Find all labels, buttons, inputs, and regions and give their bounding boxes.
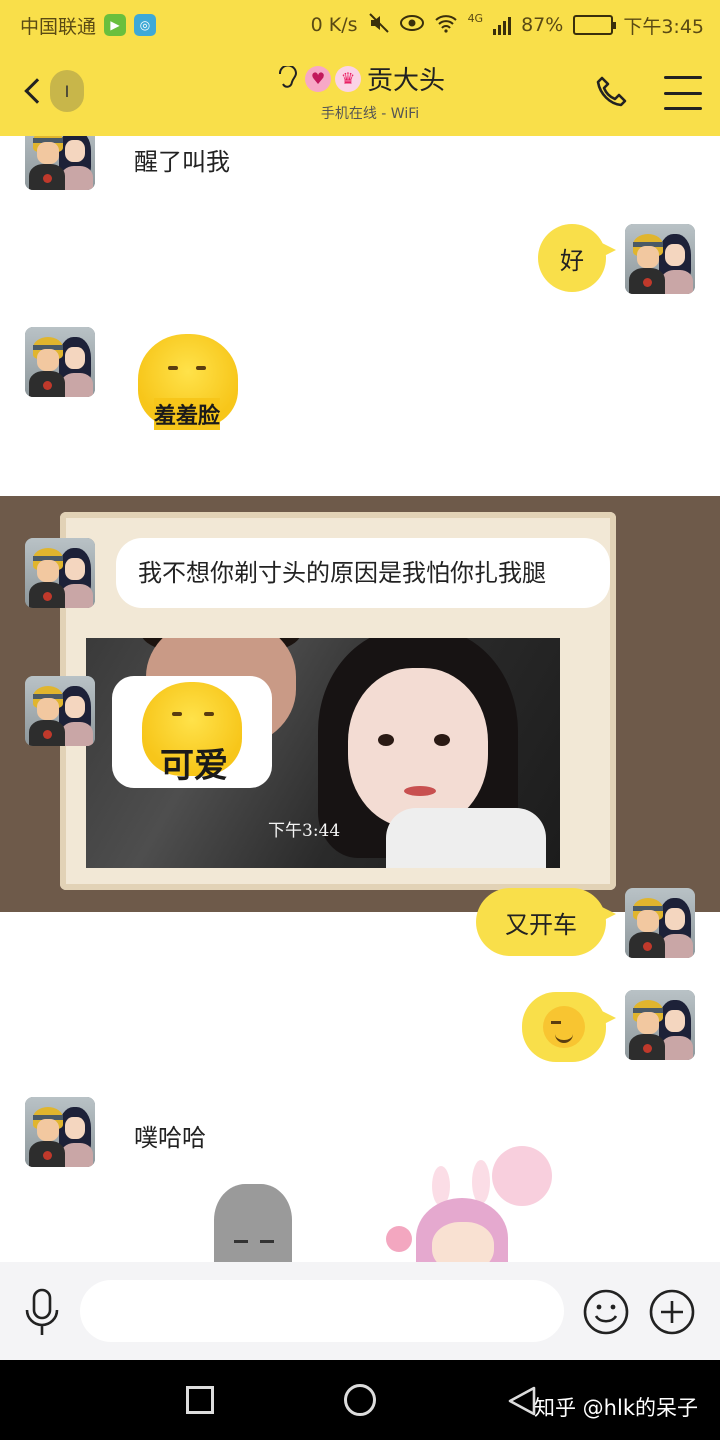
chick-sticker[interactable]: 羞羞脸 [124, 326, 264, 442]
signal-icon [493, 15, 512, 35]
chat-area[interactable]: 醒了叫我 好 羞羞脸 下午3:44 我不想你剃寸头的原因是我怕你扎我腿 可爱 又… [0, 136, 720, 1262]
title-icons: ♥ ♛ [275, 65, 361, 92]
message-text: 我不想你剃寸头的原因是我怕你扎我腿 [138, 559, 546, 587]
menu-button[interactable] [664, 76, 702, 110]
play-app-icon: ▶ [104, 14, 127, 36]
sent-message-bubble[interactable]: 又开车 [476, 888, 616, 956]
carrier-label: 中国联通 [20, 15, 97, 38]
sent-emoji-bubble[interactable] [522, 992, 616, 1062]
pink-heart-key-icon: ♥ [304, 65, 331, 92]
sticker-caption: 可爱 [160, 746, 228, 786]
contact-avatar[interactable] [25, 538, 95, 608]
battery-percent: 87% [521, 14, 564, 36]
message-text: 又开车 [505, 910, 577, 939]
message-text[interactable]: 醒了叫我 [134, 142, 230, 177]
system-nav-bar: 知乎 @hlk的呆子 [0, 1360, 720, 1440]
voice-button[interactable] [22, 1288, 62, 1338]
grey-character-sticker[interactable] [210, 1180, 300, 1262]
menu-line [664, 107, 702, 110]
recent-apps-button[interactable] [186, 1386, 214, 1414]
contact-avatar[interactable] [25, 676, 95, 746]
unread-badge: I [50, 70, 84, 112]
back-button[interactable]: I [20, 70, 84, 112]
message-text: 好 [560, 246, 584, 275]
contact-status: 手机在线 - WiFi [320, 106, 420, 122]
message-input[interactable] [80, 1280, 564, 1342]
watermark-text: 知乎 @hlk的呆子 [534, 1396, 698, 1420]
input-bar [0, 1262, 720, 1360]
smiley-icon [583, 1289, 629, 1335]
menu-line [664, 91, 702, 95]
message-text[interactable]: 噗哈哈 [134, 1118, 206, 1153]
phone-icon [596, 76, 627, 107]
phone-call-button[interactable] [594, 74, 634, 114]
contact-name: 贡大头 [366, 66, 445, 96]
contact-avatar[interactable] [25, 136, 95, 190]
status-left: 中国联通 ▶ ◎ [20, 12, 157, 39]
sent-message-bubble[interactable]: 好 [538, 224, 616, 292]
plus-icon [649, 1289, 695, 1335]
menu-line [664, 76, 702, 79]
wifi-icon [434, 13, 458, 38]
eye-icon [399, 14, 424, 37]
contact-avatar[interactable] [25, 327, 95, 397]
title-row: ♥ ♛ 贡大头 [200, 60, 520, 97]
status-time: 下午3:45 [623, 15, 704, 38]
status-right: 0 K/s 4G 87% 下午3:45 [311, 12, 704, 39]
chick-sticker[interactable]: 可爱 [112, 676, 272, 788]
crown-heart-icon: ♛ [334, 65, 361, 92]
contact-avatar[interactable] [25, 1097, 95, 1167]
chat-header: I ♥ ♛ 贡大头 手机在线 - WiFi [0, 50, 720, 136]
received-message-bubble[interactable]: 我不想你剃寸头的原因是我怕你扎我腿 [116, 538, 610, 608]
chevron-left-icon [24, 78, 50, 104]
microphone-icon [25, 1288, 59, 1335]
ear-icon [275, 65, 301, 92]
home-button[interactable] [344, 1384, 376, 1416]
browser-app-icon: ◎ [134, 14, 157, 36]
photo-timestamp: 下午3:44 [268, 821, 341, 841]
sticker-caption: 羞羞脸 [154, 398, 221, 430]
battery-icon [573, 15, 617, 35]
more-button[interactable] [648, 1288, 696, 1336]
network-speed: 0 K/s [310, 14, 358, 36]
status-bar: 中国联通 ▶ ◎ 0 K/s 4G 87% 下午3:45 [0, 0, 720, 50]
title-area[interactable]: ♥ ♛ 贡大头 手机在线 - WiFi [200, 60, 520, 123]
my-avatar[interactable] [625, 224, 695, 294]
my-avatar[interactable] [625, 888, 695, 958]
mute-icon [368, 12, 390, 39]
photo-message-background: 下午3:44 我不想你剃寸头的原因是我怕你扎我腿 可爱 [0, 496, 720, 912]
emoji-button[interactable] [582, 1288, 630, 1336]
my-avatar[interactable] [625, 990, 695, 1060]
smirk-emoji-icon [543, 1006, 585, 1048]
network-type: 4G [467, 11, 484, 25]
bunny-girl-sticker[interactable] [372, 1136, 572, 1262]
